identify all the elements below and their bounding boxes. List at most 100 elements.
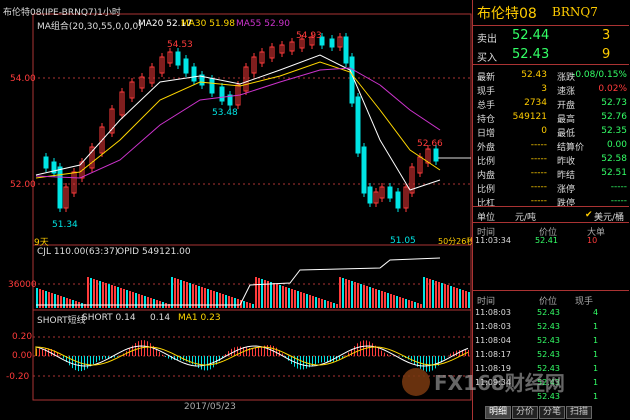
stat-value: ----- [610, 196, 627, 206]
stat-value: 52.58 [601, 154, 627, 164]
stat-value: ----- [610, 182, 627, 192]
tab-detail[interactable]: 明细 [485, 406, 512, 419]
ma55-label: MA55 52.90 [236, 19, 290, 29]
stat-value: ----- [530, 182, 547, 192]
watermark-text: FX168财经网 [434, 371, 565, 395]
volume-bar [189, 283, 191, 308]
stat-value: ----- [530, 140, 547, 150]
volume-bar [444, 284, 446, 308]
candle-body [183, 58, 189, 74]
volume-bar [375, 289, 377, 308]
volume-bar [96, 280, 98, 308]
volume-bar [297, 291, 299, 308]
short-bar [162, 354, 163, 356]
short-value-1: SHORT 0.14 [82, 313, 136, 323]
ma-group-label: MA组合(20,30,55,0,0,0) [37, 22, 142, 32]
annotation-high-1: 54.53 [167, 40, 193, 50]
short-bar [315, 356, 316, 365]
short-bar [450, 353, 451, 356]
volume-bar [285, 287, 287, 308]
annotation-low-1: 53.48 [212, 108, 238, 118]
short-bar [303, 356, 304, 370]
quote-panel: 布伦特08 BRNQ7 卖出 52.44 3 买入 52.43 9 最新 52.4… [472, 0, 630, 420]
tick-price: 52.43 [537, 308, 560, 317]
divider [473, 290, 629, 291]
currency-check-icon[interactable]: ✔ [585, 210, 593, 220]
volume-bar [234, 298, 236, 308]
short-bar [429, 356, 430, 372]
volume-bar [291, 289, 293, 308]
tab-tick-split[interactable]: 分笔 [539, 406, 566, 419]
short-bar [117, 356, 118, 357]
short-bar [324, 356, 325, 363]
stat-value: -0.08/0.15% [572, 70, 627, 80]
stats-row: 比例 ----- 涨停 ----- [473, 180, 629, 195]
sell-price[interactable]: 52.44 [512, 28, 549, 43]
short-bar [147, 341, 148, 356]
stats-row: 日增 0 最低 52.35 [473, 124, 629, 139]
candle-body [219, 86, 225, 102]
candle-body [209, 78, 215, 94]
candle-body [355, 96, 361, 154]
volume-bar [456, 288, 458, 308]
short-bar [387, 354, 388, 356]
tick-row: 11:08:04 52.43 1 [473, 334, 629, 349]
volume-bar [384, 292, 386, 308]
tick-qty: 1 [593, 378, 599, 387]
tab-scan[interactable]: 扫描 [566, 406, 593, 419]
short-bar [78, 356, 79, 372]
short-bar [357, 343, 358, 356]
short-bar [60, 355, 61, 356]
volume-bar [354, 282, 356, 308]
volume-bar [90, 278, 92, 308]
stat-value: ----- [530, 154, 547, 164]
candle-body [191, 66, 197, 82]
tab-price-split[interactable]: 分价 [512, 406, 539, 419]
volume-bar [435, 281, 437, 308]
buy-price[interactable]: 52.43 [512, 47, 549, 62]
buy-label: 买入 [477, 53, 497, 64]
volume-bar [312, 296, 314, 308]
volume-bar [216, 292, 218, 308]
short-bar [384, 352, 385, 356]
volume-bar [57, 295, 59, 308]
volume-bar [249, 303, 251, 308]
divider [473, 25, 629, 26]
volume-bar [306, 294, 308, 308]
chart-area[interactable]: 布伦特08(IPE-BRNQ7)1小时 MA组合(20,30,55,0,0,0)… [0, 0, 474, 420]
stat-value: 52.35 [601, 126, 627, 136]
volume-bar [318, 298, 320, 308]
volume-bar [222, 294, 224, 308]
volume-bar [426, 278, 428, 308]
short-bar [267, 345, 268, 356]
annotation-high-3: 52.66 [417, 139, 443, 149]
volume-bar [261, 279, 263, 308]
short-bar [219, 356, 220, 362]
tick-price: 52.43 [537, 350, 560, 359]
volume-bar [414, 302, 416, 308]
volume-bar [156, 300, 158, 308]
short-scale-zero: 0.00 [12, 351, 33, 361]
tick-time: 11:08:04 [475, 336, 511, 345]
volume-bar [150, 298, 152, 308]
volume-bar [255, 277, 257, 308]
volume-bar [333, 303, 335, 308]
short-bar [45, 348, 46, 356]
volume-bar [351, 281, 353, 308]
tick-qty: 1 [593, 392, 599, 401]
volume-bar [147, 297, 149, 308]
volume-bar [327, 301, 329, 308]
volume-bar [231, 297, 233, 308]
volume-bar [183, 281, 185, 308]
stats-row: 总手 2734 开盘 52.73 [473, 96, 629, 111]
divider [473, 64, 629, 65]
volume-bar [132, 292, 134, 308]
kline-chart[interactable] [0, 0, 472, 420]
volume-bar [267, 281, 269, 308]
volume-bar [105, 283, 107, 308]
short-bar [414, 356, 415, 365]
volume-bar [294, 290, 296, 308]
candle-body [433, 148, 439, 162]
tick-qty: 4 [593, 308, 599, 317]
stat-value: 549121 [512, 112, 547, 122]
